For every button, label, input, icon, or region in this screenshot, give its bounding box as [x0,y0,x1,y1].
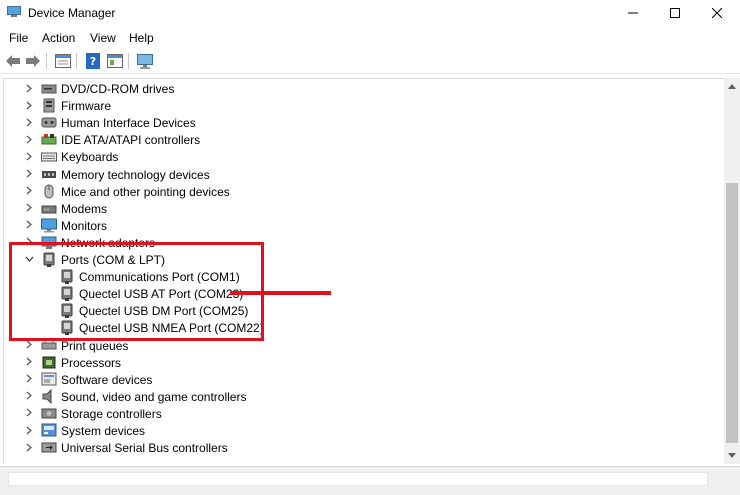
toolbar-separator [46,53,47,69]
toolbar-separator [128,53,129,69]
chevron-right-icon[interactable] [24,186,34,196]
chevron-right-icon[interactable] [24,442,34,452]
tree-category-label: Software devices [61,372,153,387]
tree-category-row[interactable]: Sound, video and game controllers [4,388,704,405]
show-hidden-icon[interactable] [106,52,124,70]
mouse-icon [41,184,57,199]
vertical-scrollbar[interactable] [724,78,740,464]
tree-category-label: IDE ATA/ATAPI controllers [61,133,201,148]
tree-category-row[interactable]: Mice and other pointing devices [4,183,704,200]
scroll-down-icon[interactable] [724,447,740,464]
tree-category-label: Sound, video and game controllers [61,389,247,404]
dvd-drive-icon [41,81,57,96]
tree-category-row[interactable]: Storage controllers [4,405,704,422]
status-panel [8,472,708,486]
tree-category-label: Monitors [61,218,108,233]
tree-category-label: Processors [61,355,122,370]
processor-icon [41,355,57,370]
tree-category-label: Universal Serial Bus controllers [61,441,228,456]
hid-icon [41,115,57,130]
chevron-right-icon[interactable] [24,151,34,161]
firmware-icon [41,98,57,113]
chevron-right-icon[interactable] [24,391,34,401]
chevron-right-icon[interactable] [24,374,34,384]
monitor-scan-icon[interactable] [136,52,154,70]
tree-category-label: Human Interface Devices [61,116,196,131]
memory-icon [41,167,57,182]
status-bar [0,466,740,495]
tree-category-row[interactable]: Software devices [4,371,704,388]
chevron-right-icon[interactable] [24,357,34,367]
keyboard-icon [41,149,57,164]
tree-category-row[interactable]: Universal Serial Bus controllers [4,439,704,456]
tree-category-label: Storage controllers [61,406,162,421]
tree-category-label: Firmware [61,99,111,114]
scroll-up-icon[interactable] [724,78,740,95]
usb-icon [41,440,57,455]
system-device-icon [41,423,57,438]
menu-view[interactable]: View [90,31,116,45]
back-icon[interactable] [4,52,22,70]
tree-category-label: Keyboards [61,150,119,165]
tree-category-label: Memory technology devices [61,167,210,182]
tree-category-row[interactable]: Processors [4,354,704,371]
monitor-icon [41,218,57,233]
help-icon[interactable]: ? [84,52,102,70]
tree-category-row[interactable]: Human Interface Devices [4,114,704,131]
chevron-right-icon[interactable] [24,100,34,110]
chevron-right-icon[interactable] [24,220,34,230]
chevron-right-icon[interactable] [24,340,34,350]
tree-category-row[interactable]: Firmware [4,97,704,114]
tree-category-row[interactable]: Keyboards [4,148,704,165]
toolbar-separator [76,53,77,69]
chevron-right-icon[interactable] [24,169,34,179]
chevron-right-icon[interactable] [24,425,34,435]
title-bar: Device Manager [0,0,740,26]
chevron-right-icon[interactable] [24,203,34,213]
menu-help[interactable]: Help [129,31,154,45]
chevron-right-icon[interactable] [24,408,34,418]
maximize-button[interactable] [652,0,698,26]
properties-icon[interactable] [54,52,72,70]
tree-category-row[interactable]: Monitors [4,217,704,234]
menu-file[interactable]: File [9,31,28,45]
tree-category-row[interactable]: Modems [4,200,704,217]
highlight-annotation-box [9,242,264,341]
minimize-button[interactable] [610,0,656,26]
ide-controller-icon [41,132,57,147]
software-device-icon [41,372,57,387]
chevron-right-icon[interactable] [24,83,34,93]
tree-category-label: Modems [61,201,108,216]
device-manager-icon [7,6,21,18]
annotation-pointer-line [230,291,331,295]
tree-category-label: System devices [61,424,146,438]
storage-controller-icon [41,406,57,421]
menu-bar: File Action View Help [0,27,740,47]
forward-icon[interactable] [24,52,42,70]
modem-icon [41,201,57,216]
tree-category-row[interactable]: DVD/CD-ROM drives [4,80,704,97]
toolbar: ? [0,48,740,74]
scrollbar-thumb[interactable] [726,183,738,443]
tree-category-label: Mice and other pointing devices [61,184,230,199]
close-button[interactable] [694,0,740,26]
sound-icon [41,388,57,405]
tree-category-row[interactable]: IDE ATA/ATAPI controllers [4,131,704,148]
tree-category-row[interactable]: System devices [4,422,704,439]
window-title: Device Manager [28,6,116,20]
chevron-right-icon[interactable] [24,134,34,144]
tree-category-label: DVD/CD-ROM drives [61,82,175,96]
svg-text:?: ? [90,55,96,68]
chevron-right-icon[interactable] [24,117,34,127]
tree-category-row[interactable]: Memory technology devices [4,166,704,183]
menu-action[interactable]: Action [42,31,75,45]
